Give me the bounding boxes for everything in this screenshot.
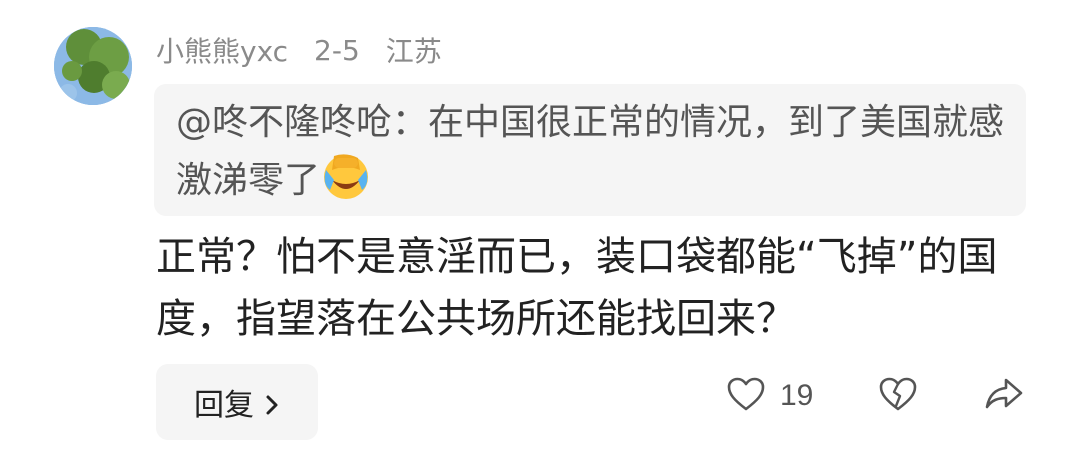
like-button[interactable]: 19 (726, 376, 813, 416)
avatar-image (54, 27, 132, 105)
comment-location: 江苏 (385, 35, 442, 68)
reply-button[interactable]: 回复 (156, 364, 318, 440)
like-count: 19 (780, 379, 814, 412)
heart-outline-icon (726, 376, 766, 416)
quoted-text: @咚不隆咚呛：在中国很正常的情况，到了美国就感激涕零了 (176, 102, 1005, 201)
share-arrow-icon (984, 376, 1024, 416)
username[interactable]: 小熊熊yxc (156, 30, 288, 70)
dislike-button[interactable] (878, 376, 918, 416)
reply-label: 回复 (194, 388, 254, 423)
comment-date: 2-5 (314, 33, 360, 67)
face-palm-laughing-emoji-icon (320, 150, 372, 202)
chevron-right-icon (264, 390, 280, 415)
avatar[interactable] (54, 27, 132, 105)
comment-body: 正常？怕不是意淫而已，装口袋都能“飞掉”的国度，指望落在公共场所还能找回来？ (156, 234, 998, 342)
broken-heart-icon (878, 376, 918, 416)
quoted-reply[interactable]: @咚不隆咚呛：在中国很正常的情况，到了美国就感激涕零了 (154, 84, 1026, 216)
comment-meta: 小熊熊yxc 2-5 江苏 (156, 30, 442, 70)
share-button[interactable] (984, 376, 1024, 416)
